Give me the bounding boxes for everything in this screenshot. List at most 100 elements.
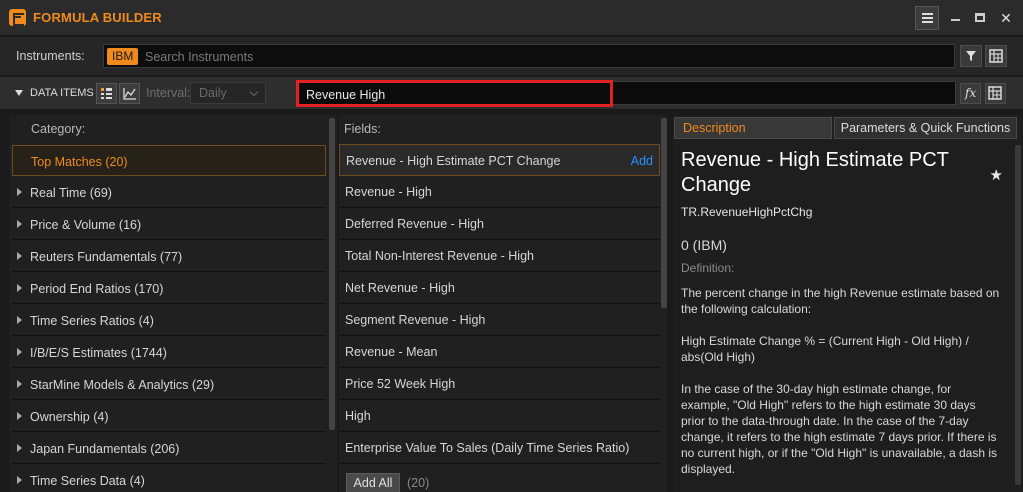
- instrument-chip[interactable]: IBM: [107, 48, 139, 65]
- category-item-real-time[interactable]: Real Time (69): [12, 177, 326, 208]
- expand-arrow-icon[interactable]: [17, 316, 22, 324]
- category-item-label: Top Matches (20): [31, 155, 128, 169]
- field-item-label: Revenue - Mean: [345, 345, 438, 359]
- expand-arrow-icon[interactable]: [17, 348, 22, 356]
- interval-value: Daily: [199, 86, 227, 100]
- fields-scrollbar[interactable]: [661, 118, 667, 308]
- instruments-row: Instruments: IBM: [0, 37, 1023, 75]
- category-item-label: Price & Volume (16): [30, 218, 142, 232]
- expand-arrow-icon[interactable]: [17, 284, 22, 292]
- data-grid-button[interactable]: [985, 83, 1006, 104]
- app-logo-icon: [9, 9, 26, 26]
- field-item-deferred-revenue-high[interactable]: Deferred Revenue - High: [339, 208, 660, 240]
- field-item-high[interactable]: High: [339, 400, 660, 432]
- title-bar: FORMULA BUILDER ✕: [0, 0, 1023, 36]
- fields-header: Fields:: [344, 122, 381, 136]
- fields-count: (20): [407, 476, 430, 490]
- expand-arrow-icon[interactable]: [17, 476, 22, 484]
- tab-parameters-quick-functions[interactable]: Parameters & Quick Functions: [834, 117, 1017, 139]
- field-item-price-52-week-high[interactable]: Price 52 Week High: [339, 368, 660, 400]
- category-item-reuters-fundamentals[interactable]: Reuters Fundamentals (77): [12, 241, 326, 272]
- definition-paragraph: In the case of the 30-day high estimate …: [681, 382, 998, 476]
- instrument-grid-button[interactable]: [985, 45, 1007, 67]
- description-scrollbar[interactable]: [1015, 145, 1021, 485]
- field-title: Revenue - High Estimate PCT Change: [681, 149, 949, 196]
- category-item-time-series-ratios[interactable]: Time Series Ratios (4): [12, 305, 326, 336]
- close-button[interactable]: ✕: [994, 6, 1018, 30]
- field-item-enterprise-value-to-sales[interactable]: Enterprise Value To Sales (Daily Time Se…: [339, 432, 660, 464]
- hamburger-menu-button[interactable]: [915, 6, 939, 30]
- category-item-label: Reuters Fundamentals (77): [30, 250, 183, 264]
- interval-select[interactable]: Daily: [190, 82, 266, 104]
- field-item-revenue-high[interactable]: Revenue - High: [339, 176, 660, 208]
- category-item-price-volume[interactable]: Price & Volume (16): [12, 209, 326, 240]
- category-item-top-matches[interactable]: Top Matches (20): [12, 145, 326, 176]
- expand-arrow-icon[interactable]: [17, 444, 22, 452]
- field-item-label: Revenue - High: [345, 185, 432, 199]
- grid-settings-icon: [988, 86, 1002, 100]
- data-items-label: DATA ITEMS: [30, 87, 94, 99]
- table-icon: [101, 88, 112, 99]
- field-item-label: Revenue - High Estimate PCT Change: [346, 154, 561, 168]
- category-scrollbar[interactable]: [329, 118, 335, 430]
- category-item-japan-fundamentals[interactable]: Japan Fundamentals (206): [12, 433, 326, 464]
- chart-icon: [123, 88, 136, 100]
- definition-text: The percent change in the high Revenue e…: [681, 285, 1001, 492]
- add-all-button[interactable]: Add All: [346, 473, 400, 492]
- field-item-segment-revenue-high[interactable]: Segment Revenue - High: [339, 304, 660, 336]
- interval-label: Interval:: [146, 86, 191, 100]
- grid-settings-icon: [989, 49, 1003, 63]
- collapse-arrow-icon[interactable]: [15, 90, 23, 96]
- chart-view-button[interactable]: [119, 83, 140, 104]
- table-view-button[interactable]: [96, 83, 117, 104]
- minimize-button[interactable]: [943, 6, 967, 30]
- function-button[interactable]: fx: [960, 83, 981, 104]
- expand-arrow-icon[interactable]: [17, 412, 22, 420]
- field-item-label: Total Non-Interest Revenue - High: [345, 249, 534, 263]
- instruments-search-box[interactable]: IBM: [103, 44, 955, 68]
- category-item-label: Period End Ratios (170): [30, 282, 164, 296]
- field-item-label: Deferred Revenue - High: [345, 217, 484, 231]
- category-item-label: StarMine Models & Analytics (29): [30, 378, 215, 392]
- add-field-link[interactable]: Add: [631, 154, 653, 168]
- instruments-search-input[interactable]: [145, 49, 925, 65]
- favorite-star-icon[interactable]: ★: [990, 166, 1003, 184]
- window-title: FORMULA BUILDER: [33, 10, 162, 25]
- category-item-label: Time Series Ratios (4): [30, 314, 154, 328]
- field-preview-value: 0 (IBM): [681, 237, 727, 253]
- expand-arrow-icon[interactable]: [17, 252, 22, 260]
- field-item-label: Segment Revenue - High: [345, 313, 486, 327]
- search-highlight-box: [296, 80, 613, 107]
- field-item-revenue-mean[interactable]: Revenue - Mean: [339, 336, 660, 368]
- category-item-period-end-ratios[interactable]: Period End Ratios (170): [12, 273, 326, 304]
- category-item-starmine-models[interactable]: StarMine Models & Analytics (29): [12, 369, 326, 400]
- category-item-label: Ownership (4): [30, 410, 109, 424]
- expand-arrow-icon[interactable]: [17, 380, 22, 388]
- field-item-revenue-high-estimate-pct-change[interactable]: Revenue - High Estimate PCT Change Add: [339, 144, 660, 176]
- description-panel: Description Parameters & Quick Functions…: [673, 115, 1023, 492]
- category-item-ibes-estimates[interactable]: I/B/E/S Estimates (1744): [12, 337, 326, 368]
- field-item-label: Enterprise Value To Sales (Daily Time Se…: [345, 441, 630, 455]
- category-item-label: Time Series Data (4): [30, 474, 145, 488]
- category-item-label: I/B/E/S Estimates (1744): [30, 346, 167, 360]
- definition-formula: High Estimate Change % = (Current High -…: [681, 334, 969, 364]
- category-item-label: Japan Fundamentals (206): [30, 442, 180, 456]
- expand-arrow-icon[interactable]: [17, 188, 22, 196]
- field-item-net-revenue-high[interactable]: Net Revenue - High: [339, 272, 660, 304]
- definition-paragraph: The percent change in the high Revenue e…: [681, 286, 1000, 316]
- expand-arrow-icon[interactable]: [17, 220, 22, 228]
- function-icon: fx: [965, 86, 977, 100]
- category-item-time-series-data[interactable]: Time Series Data (4): [12, 465, 326, 492]
- field-item-label: Price 52 Week High: [345, 377, 456, 391]
- category-item-label: Real Time (69): [30, 186, 112, 200]
- filter-button[interactable]: [960, 45, 982, 67]
- maximize-button[interactable]: [968, 6, 992, 30]
- field-item-total-non-interest-revenue-high[interactable]: Total Non-Interest Revenue - High: [339, 240, 660, 272]
- field-item-label: Net Revenue - High: [345, 281, 455, 295]
- field-code: TR.RevenueHighPctChg: [681, 205, 813, 219]
- category-header: Category:: [31, 122, 86, 136]
- tab-description[interactable]: Description: [674, 117, 832, 139]
- category-item-ownership[interactable]: Ownership (4): [12, 401, 326, 432]
- instruments-label: Instruments:: [16, 49, 85, 63]
- chevron-down-icon: [249, 87, 259, 97]
